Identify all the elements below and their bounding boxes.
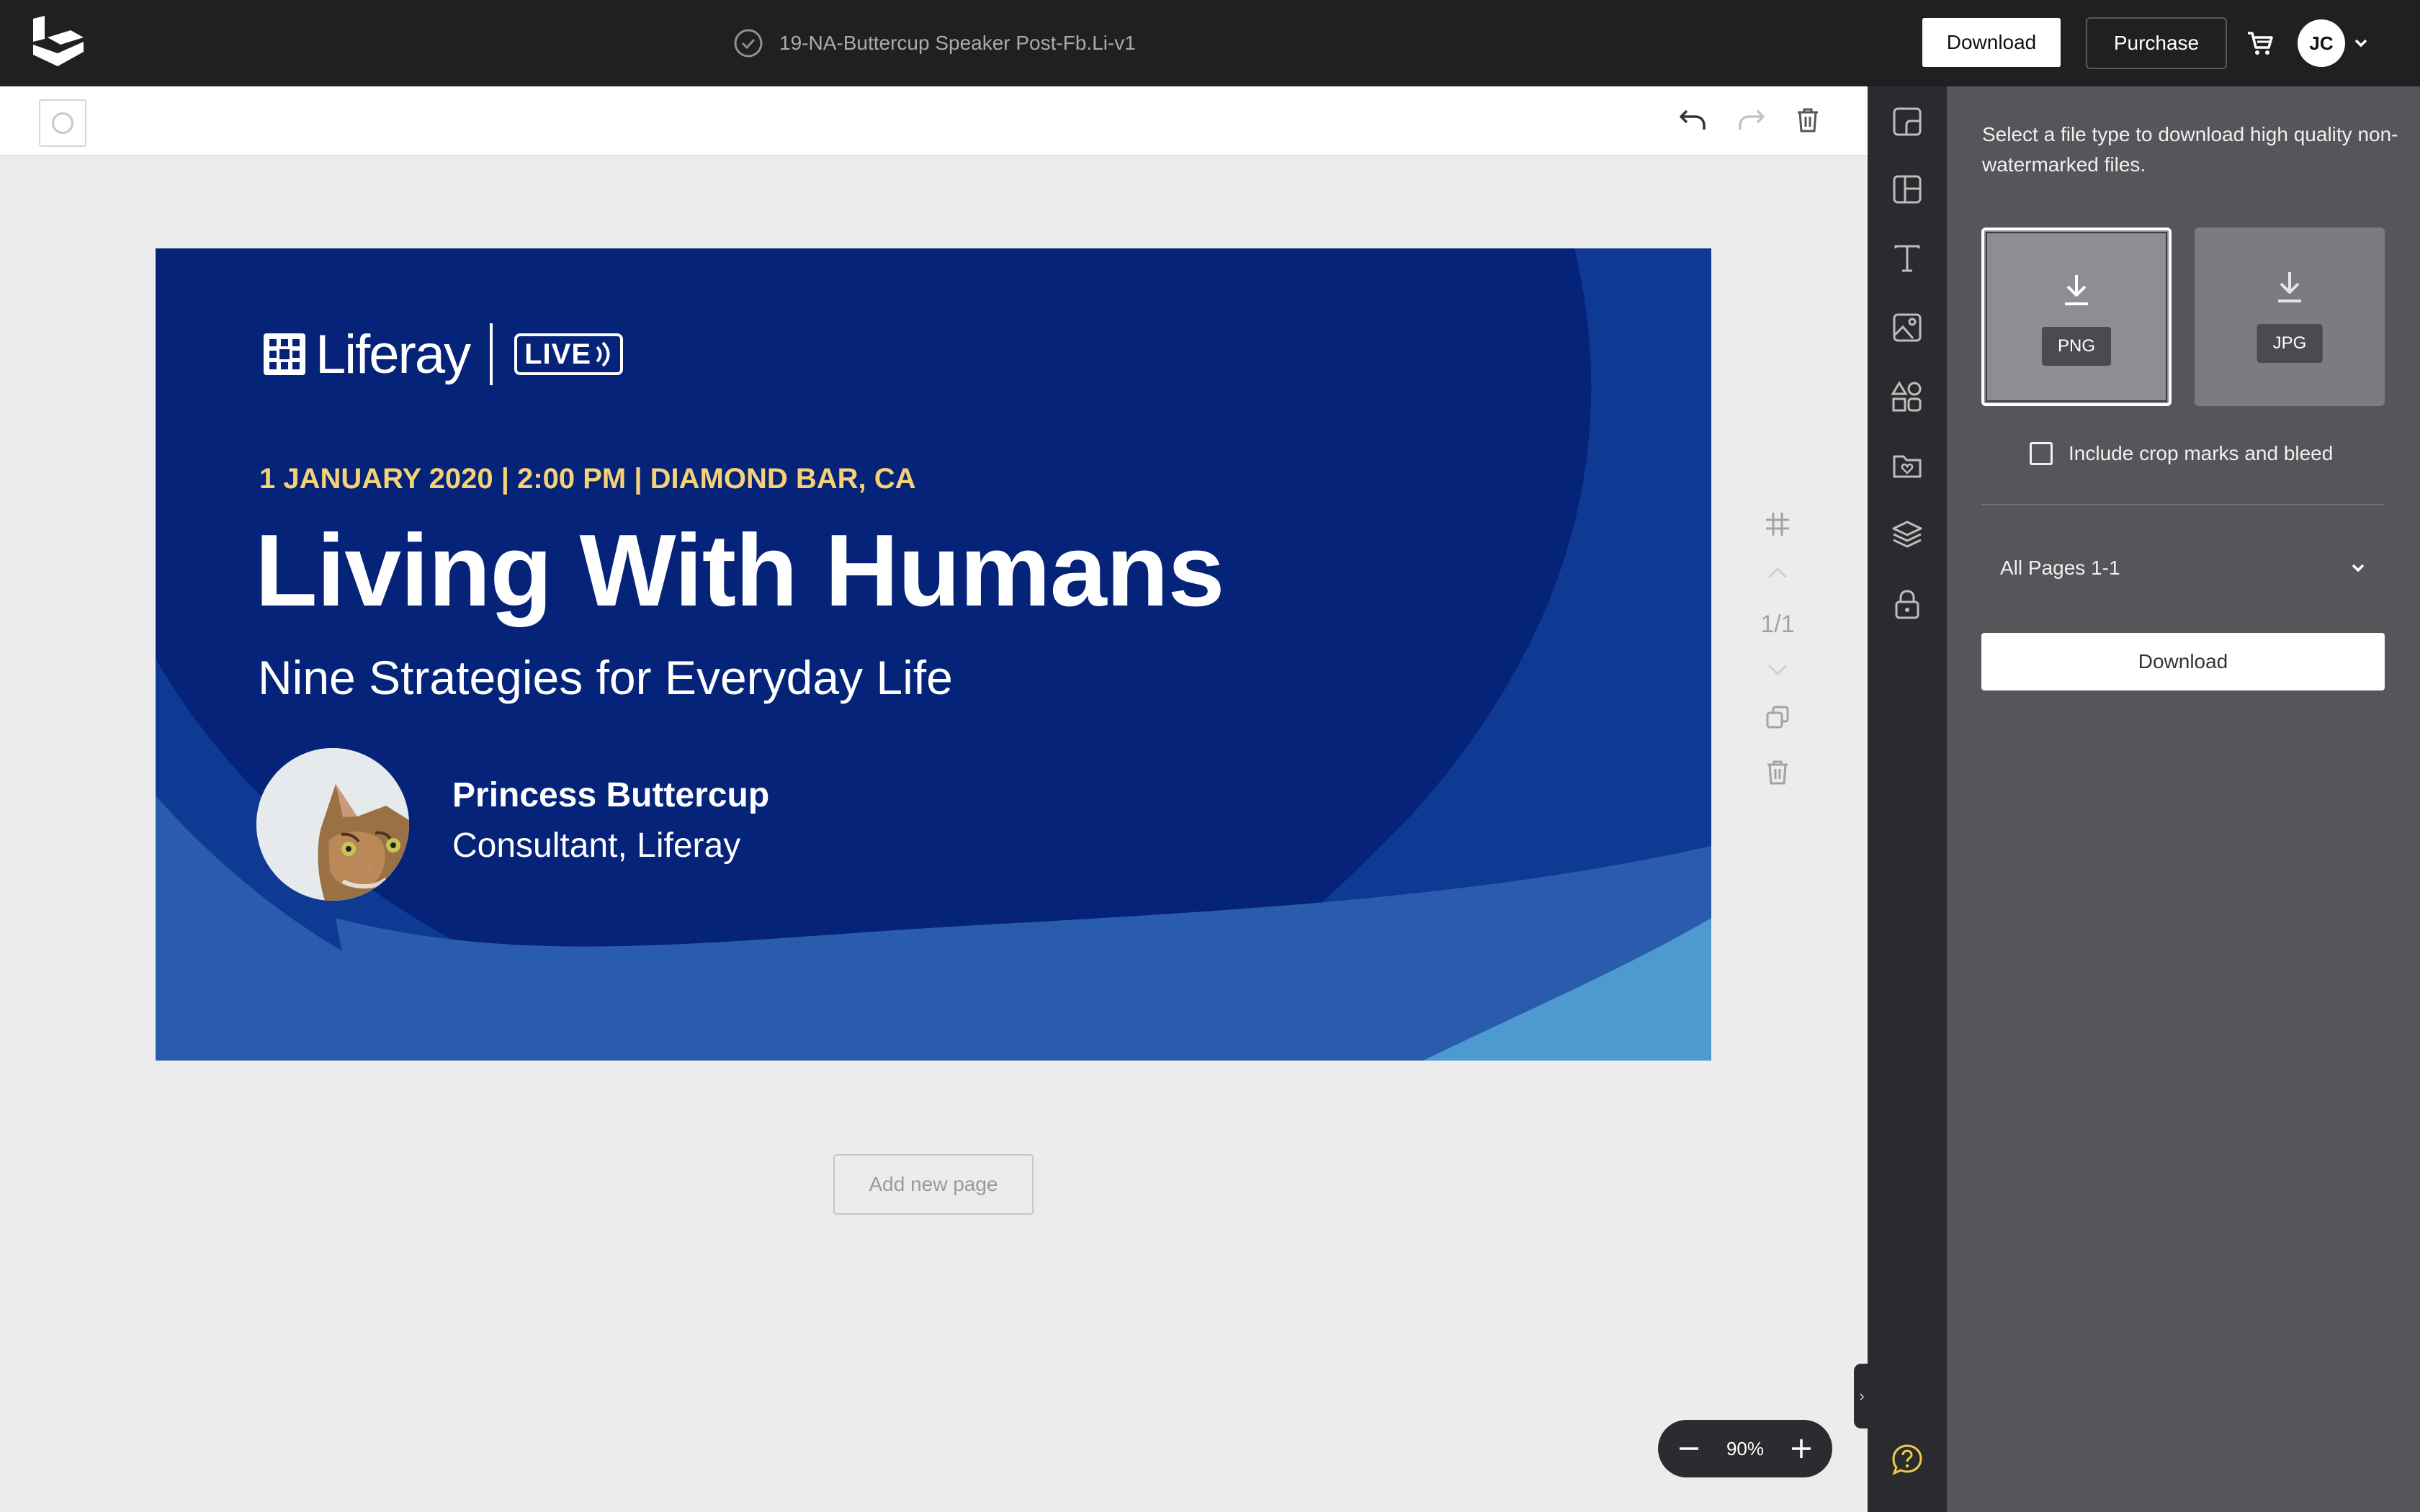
zoom-control: 90%: [1658, 1420, 1832, 1477]
saved-check-icon: [734, 29, 763, 58]
document-name: 19-NA-Buttercup Speaker Post-Fb.Li-v1: [779, 32, 1136, 54]
circle-icon: [52, 112, 73, 134]
chevron-down-icon[interactable]: [2351, 35, 2371, 52]
delete-icon[interactable]: [1793, 105, 1822, 134]
download-button[interactable]: Download: [1920, 16, 2063, 69]
pages-select[interactable]: All Pages 1-1: [1981, 547, 2385, 589]
crop-marks-label: Include crop marks and bleed: [2069, 442, 2334, 464]
brand-lockup: Liferay LIVE: [264, 322, 624, 387]
speaker-role[interactable]: Consultant, Liferay: [452, 826, 740, 865]
speaker-name[interactable]: Princess Buttercup: [452, 775, 769, 815]
brand-separator: [490, 323, 493, 385]
tool-rail: [1868, 86, 1947, 1512]
subheadline[interactable]: Nine Strategies for Everyday Life: [258, 650, 953, 705]
duplicate-page-icon[interactable]: [1763, 703, 1792, 732]
format-png-label: PNG: [2041, 327, 2112, 366]
redo-icon[interactable]: [1736, 104, 1767, 135]
page-counter: 1/1: [1760, 611, 1795, 638]
background-color-tool[interactable]: [39, 99, 86, 147]
app-logo[interactable]: [29, 16, 86, 71]
format-png-option[interactable]: PNG: [1981, 228, 2172, 406]
pages-select-value: All Pages 1-1: [2000, 557, 2120, 579]
cat-photo-image: [256, 748, 409, 901]
purchase-button[interactable]: Purchase: [2086, 17, 2227, 69]
help-icon[interactable]: [1891, 1443, 1924, 1476]
panel-divider: [1981, 504, 2385, 505]
layout-icon[interactable]: [1891, 173, 1924, 206]
download-icon: [2065, 275, 2088, 305]
broadcast-icon: [596, 341, 610, 367]
image-icon[interactable]: [1891, 311, 1924, 344]
user-avatar[interactable]: JC: [2298, 19, 2345, 67]
document-title[interactable]: 19-NA-Buttercup Speaker Post-Fb.Li-v1: [733, 26, 1136, 60]
crop-marks-checkbox[interactable]: [2030, 442, 2053, 465]
lock-icon[interactable]: [1891, 588, 1924, 621]
text-icon[interactable]: [1891, 242, 1924, 275]
brand-name: Liferay: [315, 323, 471, 385]
brand-mark-icon: [264, 333, 305, 375]
speaker-photo[interactable]: [256, 748, 409, 901]
undo-icon[interactable]: [1677, 104, 1708, 135]
collapse-panel-toggle[interactable]: ›: [1854, 1364, 1870, 1428]
crop-marks-option[interactable]: Include crop marks and bleed: [2030, 442, 2333, 465]
panel-download-button[interactable]: Download: [1981, 633, 2385, 690]
zoom-level: 90%: [1726, 1437, 1765, 1459]
design-page[interactable]: Liferay LIVE 1 JANUARY 2020 | 2:00 PM | …: [156, 248, 1711, 1061]
cart-icon[interactable]: [2246, 29, 2275, 58]
zoom-in-icon[interactable]: [1789, 1436, 1814, 1461]
headline[interactable]: Living With Humans: [255, 514, 1224, 627]
live-label: LIVE: [524, 338, 592, 370]
format-jpg-option[interactable]: JPG: [2195, 228, 2385, 406]
delete-page-icon[interactable]: [1763, 757, 1792, 786]
event-details[interactable]: 1 JANUARY 2020 | 2:00 PM | DIAMOND BAR, …: [259, 463, 915, 495]
live-badge: LIVE: [514, 333, 624, 375]
layers-icon[interactable]: [1891, 518, 1924, 552]
editor-toolbar: [0, 86, 1868, 156]
chevron-down-icon: [2352, 564, 2365, 572]
shapes-icon[interactable]: [1891, 380, 1924, 413]
grid-icon[interactable]: [1763, 510, 1792, 539]
resize-icon[interactable]: [1891, 105, 1924, 138]
brand-folder-icon[interactable]: [1891, 449, 1924, 482]
download-icon: [2278, 272, 2301, 302]
download-instructions: Select a file type to download high qual…: [1982, 123, 2398, 176]
chevron-up-icon[interactable]: [1763, 559, 1792, 588]
zoom-out-icon[interactable]: [1677, 1436, 1701, 1461]
chevron-down-icon[interactable]: [1763, 655, 1792, 684]
format-jpg-label: JPG: [2257, 324, 2323, 363]
add-new-page-button[interactable]: Add new page: [833, 1154, 1034, 1215]
